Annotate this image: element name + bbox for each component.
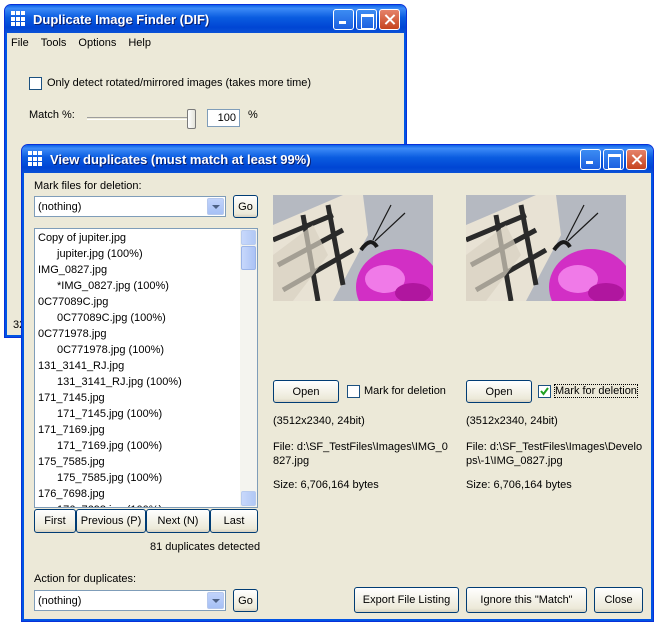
left-mark-label: Mark for deletion	[364, 385, 446, 397]
minimize-icon[interactable]	[333, 8, 354, 30]
maximize-icon[interactable]	[603, 148, 624, 170]
mark-files-label: Mark files for deletion:	[34, 180, 142, 192]
scroll-thumb[interactable]	[241, 246, 256, 270]
duplicates-titlebar[interactable]: View duplicates (must match at least 99%…	[22, 145, 653, 173]
left-file-size: Size: 6,706,164 bytes	[273, 479, 379, 491]
rotated-label: Only detect rotated/mirrored images (tak…	[47, 77, 312, 89]
mark-files-value: (nothing)	[38, 200, 82, 213]
left-dimensions: (3512x2340, 24bit)	[273, 415, 365, 427]
app-grid-icon	[28, 151, 44, 167]
duplicates-list[interactable]: Copy of jupiter.jpg jupiter.jpg (100%) IMG…	[34, 228, 258, 508]
ignore-match-button[interactable]: Ignore this "Match"	[466, 587, 587, 613]
list-item[interactable]: 0C771978.jpg (100%)	[35, 342, 257, 358]
right-file-size: Size: 6,706,164 bytes	[466, 479, 572, 491]
menu-bar: File Tools Options Help	[5, 33, 406, 53]
left-file-path-2: 827.jpg	[273, 455, 310, 467]
list-item[interactable]: IMG_0827.jpg	[35, 262, 257, 278]
chevron-down-icon[interactable]	[207, 592, 224, 609]
right-file-path-2: ps\-1\IMG_0827.jpg	[466, 455, 563, 467]
list-item[interactable]: 171_7145.jpg (100%)	[35, 406, 257, 422]
list-item[interactable]: 176_7698.jpg (100%)	[35, 502, 257, 507]
right-file-path-1: File: d:\SF_TestFiles\Images\Develo	[466, 441, 643, 453]
app-grid-icon	[11, 11, 27, 27]
main-title: Duplicate Image Finder (DIF)	[33, 11, 210, 27]
close-icon[interactable]	[379, 8, 400, 30]
list-item[interactable]: 171_7169.jpg	[35, 422, 257, 438]
action-value: (nothing)	[38, 594, 82, 607]
match-unit: %	[248, 109, 258, 121]
duplicates-list-rows: Copy of jupiter.jpg jupiter.jpg (100%) IMG…	[35, 229, 257, 507]
list-item[interactable]: 175_7585.jpg (100%)	[35, 470, 257, 486]
match-value-field[interactable]: 100	[207, 109, 240, 127]
butterfly-flower-image	[466, 195, 626, 301]
list-item[interactable]: 0C77089C.jpg	[35, 294, 257, 310]
menu-options[interactable]: Options	[78, 37, 116, 49]
list-item[interactable]: 131_3141_RJ.jpg (100%)	[35, 374, 257, 390]
list-item[interactable]: *IMG_0827.jpg (100%)	[35, 278, 257, 294]
export-file-listing-button[interactable]: Export File Listing	[354, 587, 459, 613]
list-item[interactable]: 171_7145.jpg	[35, 390, 257, 406]
menu-file[interactable]: File	[11, 37, 29, 49]
left-mark-checkbox[interactable]	[347, 385, 360, 398]
list-item[interactable]: jupiter.jpg (100%)	[35, 246, 257, 262]
mark-files-select[interactable]: (nothing)	[34, 196, 226, 217]
checkmark-icon	[540, 387, 549, 396]
scroll-down-icon[interactable]	[241, 491, 256, 506]
maximize-icon[interactable]	[356, 8, 377, 30]
action-select[interactable]: (nothing)	[34, 590, 226, 611]
right-dimensions: (3512x2340, 24bit)	[466, 415, 558, 427]
action-label: Action for duplicates:	[34, 573, 137, 585]
list-item[interactable]: Copy of jupiter.jpg	[35, 230, 257, 246]
right-image-preview	[466, 195, 626, 301]
right-mark-label: Mark for deletion	[554, 384, 638, 398]
match-slider-thumb[interactable]	[187, 109, 196, 129]
scroll-up-icon[interactable]	[241, 230, 256, 245]
left-image-preview	[273, 195, 433, 301]
list-item[interactable]: 175_7585.jpg	[35, 454, 257, 470]
left-file-path-1: File: d:\SF_TestFiles\Images\IMG_0	[273, 441, 448, 453]
match-slider-track[interactable]	[87, 117, 195, 120]
previous-button[interactable]: Previous (P)	[76, 509, 146, 533]
list-item[interactable]: 131_3141_RJ.jpg	[35, 358, 257, 374]
mark-go-button[interactable]: Go	[233, 195, 258, 218]
list-item[interactable]: 171_7169.jpg (100%)	[35, 438, 257, 454]
duplicates-title: View duplicates (must match at least 99%…	[50, 151, 311, 167]
right-open-button[interactable]: Open	[466, 380, 532, 403]
rotated-checkbox[interactable]	[29, 77, 42, 90]
duplicates-count: 81 duplicates detected	[150, 541, 261, 553]
list-item[interactable]: 0C771978.jpg	[35, 326, 257, 342]
match-label: Match %:	[29, 109, 75, 121]
minimize-icon[interactable]	[580, 148, 601, 170]
left-open-button[interactable]: Open	[273, 380, 339, 403]
butterfly-flower-image	[273, 195, 433, 301]
right-mark-checkbox[interactable]	[538, 385, 551, 398]
list-item[interactable]: 0C77089C.jpg (100%)	[35, 310, 257, 326]
action-go-button[interactable]: Go	[233, 589, 258, 612]
list-scrollbar[interactable]	[240, 229, 257, 507]
chevron-down-icon[interactable]	[207, 198, 224, 215]
menu-tools[interactable]: Tools	[41, 37, 67, 49]
next-button[interactable]: Next (N)	[146, 509, 210, 533]
last-button[interactable]: Last	[210, 509, 258, 533]
first-button[interactable]: First	[34, 509, 76, 533]
close-icon[interactable]	[626, 148, 647, 170]
main-titlebar[interactable]: Duplicate Image Finder (DIF)	[5, 5, 406, 33]
list-item[interactable]: 176_7698.jpg	[35, 486, 257, 502]
menu-help[interactable]: Help	[128, 37, 151, 49]
duplicates-window: View duplicates (must match at least 99%…	[21, 144, 654, 622]
close-button[interactable]: Close	[594, 587, 643, 613]
